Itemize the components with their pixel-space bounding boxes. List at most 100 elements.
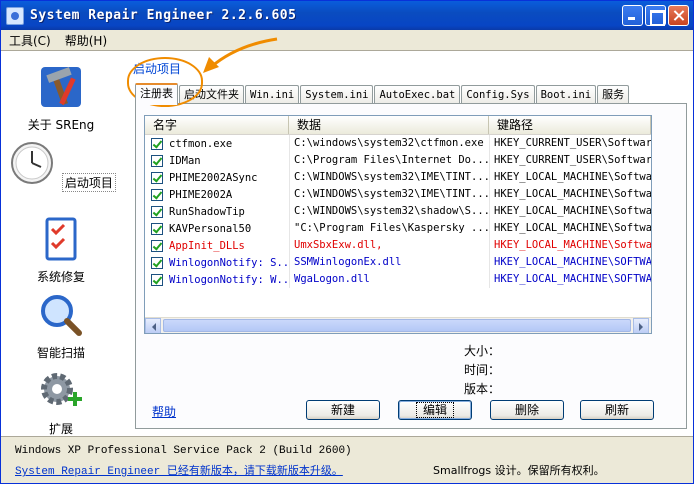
tab-strip: 注册表 启动文件夹 Win.ini System.ini AutoExec.ba…	[135, 83, 630, 105]
tab-system-ini[interactable]: System.ini	[300, 85, 374, 104]
row-data: C:\WINDOWS\system32\shadow\S...	[289, 203, 489, 220]
row-path: HKEY_LOCAL_MACHINE\SOFTWARE	[489, 271, 651, 288]
row-path: HKEY_LOCAL_MACHINE\Software	[489, 169, 651, 186]
menu-tools[interactable]: 工具(C)	[9, 32, 51, 49]
sidebar-item-label: 智能扫描	[36, 346, 85, 360]
gear-plus-icon	[41, 373, 82, 406]
tab-registry[interactable]: 注册表	[135, 83, 178, 105]
help-link[interactable]: 帮助	[152, 403, 176, 420]
row-path: HKEY_LOCAL_MACHINE\Software	[489, 237, 651, 254]
table-row[interactable]: PHIME2002A C:\WINDOWS\system32\IME\TINT..…	[145, 186, 651, 203]
column-header-path[interactable]: 键路径	[489, 116, 651, 134]
tab-autoexec-bat[interactable]: AutoExec.bat	[374, 85, 461, 104]
row-name: RunShadowTip	[169, 205, 245, 218]
row-data: UmxSbxExw.dll,	[289, 237, 489, 254]
list-header: 名字 数据 键路径	[145, 116, 651, 135]
row-name: AppInit_DLLs	[169, 239, 245, 252]
update-link[interactable]: System Repair Engineer 已经有新版本，请下载新版本升级。	[15, 462, 343, 478]
clock-icon	[11, 142, 54, 184]
row-checkbox[interactable]	[151, 273, 163, 286]
table-row[interactable]: KAVPersonal50 "C:\Program Files\Kaspersky…	[145, 220, 651, 237]
row-data: C:\Program Files\Internet Do...	[289, 152, 489, 169]
row-name: KAVPersonal50	[169, 222, 252, 235]
tab-services[interactable]: 服务	[597, 85, 630, 104]
sidebar-item-about[interactable]: 关于 SREng	[1, 63, 121, 133]
row-data: WgaLogon.dll	[289, 271, 489, 288]
row-name: WinlogonNotify: W...	[169, 273, 289, 286]
row-name-cell: AppInit_DLLs	[145, 237, 289, 254]
content-panel: 启动项目 注册表 启动文件夹 Win.ini System.ini AutoEx…	[131, 51, 693, 437]
row-name-cell: PHIME2002A	[145, 186, 289, 203]
tab-panel: 名字 数据 键路径 ctfmon.exe C:\windows\system32\…	[135, 103, 687, 429]
table-row[interactable]: ctfmon.exe C:\windows\system32\ctfmon.exe…	[145, 135, 651, 152]
row-checkbox[interactable]	[151, 205, 163, 218]
row-name-cell: KAVPersonal50	[145, 220, 289, 237]
scroll-right-icon[interactable]	[633, 318, 649, 333]
refresh-button[interactable]: 刷新	[580, 400, 654, 420]
table-row[interactable]: PHIME2002ASync C:\WINDOWS\system32\IME\TI…	[145, 169, 651, 186]
tab-config-sys[interactable]: Config.Sys	[461, 85, 535, 104]
version-label: 版本：	[463, 382, 500, 396]
sidebar-item-repair[interactable]: 系统修复	[1, 215, 121, 285]
table-row[interactable]: AppInit_DLLs UmxSbxExw.dll, HKEY_LOCAL_MAC…	[145, 237, 651, 254]
row-checkbox[interactable]	[151, 239, 163, 252]
row-data: C:\windows\system32\ctfmon.exe	[289, 135, 489, 152]
edit-button-label: 编辑	[415, 402, 454, 418]
scroll-left-icon[interactable]	[145, 318, 161, 333]
time-label: 时间：	[463, 363, 500, 377]
row-name-cell: IDMan	[145, 152, 289, 169]
menu-help[interactable]: 帮助(H)	[65, 32, 107, 49]
row-data: "C:\Program Files\Kaspersky ...	[289, 220, 489, 237]
row-name: PHIME2002ASync	[169, 171, 258, 184]
sidebar-item-label: 关于 SREng	[27, 118, 95, 132]
row-checkbox[interactable]	[151, 256, 163, 269]
tab-win-ini[interactable]: Win.ini	[245, 85, 300, 104]
table-row[interactable]: WinlogonNotify: W... WgaLogon.dll HKEY_LOC…	[145, 271, 651, 288]
copyright-text: Smallfrogs 设计。保留所有权利。	[433, 464, 605, 477]
new-button[interactable]: 新建	[306, 400, 380, 420]
sidebar-item-scan[interactable]: 智能扫描	[1, 291, 121, 361]
row-path: HKEY_CURRENT_USER\Software	[489, 152, 651, 169]
menu-bar: 工具(C) 帮助(H)	[1, 30, 693, 50]
row-data: C:\WINDOWS\system32\IME\TINT...	[289, 186, 489, 203]
row-checkbox[interactable]	[151, 171, 163, 184]
info-labels: 大小： 时间： 版本：	[458, 342, 500, 399]
startup-list[interactable]: 名字 数据 键路径 ctfmon.exe C:\windows\system32\…	[144, 115, 652, 334]
row-checkbox[interactable]	[151, 188, 163, 201]
horizontal-scrollbar[interactable]	[145, 317, 651, 333]
title-bar[interactable]: System Repair Engineer 2.2.6.605	[1, 1, 693, 30]
row-name: ctfmon.exe	[169, 137, 233, 150]
column-header-data[interactable]: 数据	[289, 116, 489, 134]
checklist-icon	[45, 217, 77, 261]
minimize-button[interactable]	[622, 5, 643, 26]
row-path: HKEY_LOCAL_MACHINE\Software	[489, 186, 651, 203]
row-path: HKEY_LOCAL_MACHINE\Software	[489, 203, 651, 220]
close-button[interactable]	[668, 5, 689, 26]
row-name-cell: RunShadowTip	[145, 203, 289, 220]
app-window: System Repair Engineer 2.2.6.605 工具(C) 帮…	[0, 0, 694, 484]
row-data: C:\WINDOWS\system32\IME\TINT...	[289, 169, 489, 186]
row-checkbox[interactable]	[151, 137, 163, 150]
row-name: PHIME2002A	[169, 188, 233, 201]
row-checkbox[interactable]	[151, 222, 163, 235]
row-checkbox[interactable]	[151, 154, 163, 167]
tab-boot-ini[interactable]: Boot.ini	[535, 85, 597, 104]
edit-button[interactable]: 编辑	[398, 400, 472, 420]
row-name-cell: WinlogonNotify: S...	[145, 254, 289, 271]
os-info: Windows XP Professional Service Pack 2 (…	[15, 445, 352, 457]
table-row[interactable]: WinlogonNotify: S... SSMWinlogonEx.dll HKE…	[145, 254, 651, 271]
sidebar-item-extend[interactable]: 扩展	[1, 367, 121, 437]
row-name: WinlogonNotify: S...	[169, 256, 289, 269]
delete-button[interactable]: 删除	[490, 400, 564, 420]
row-name-cell: PHIME2002ASync	[145, 169, 289, 186]
sidebar-item-startup[interactable]: 启动项目	[1, 139, 121, 192]
table-row[interactable]: RunShadowTip C:\WINDOWS\system32\shadow\S…	[145, 203, 651, 220]
table-row[interactable]: IDMan C:\Program Files\Internet Do... HKEY…	[145, 152, 651, 169]
group-label: 启动项目	[133, 62, 182, 76]
window-title: System Repair Engineer 2.2.6.605	[30, 8, 297, 23]
sidebar-item-label: 启动项目	[61, 173, 116, 192]
column-header-name[interactable]: 名字	[145, 116, 289, 134]
maximize-button[interactable]	[645, 5, 666, 26]
tab-startup-folder[interactable]: 启动文件夹	[179, 85, 244, 104]
scroll-thumb[interactable]	[163, 319, 631, 332]
